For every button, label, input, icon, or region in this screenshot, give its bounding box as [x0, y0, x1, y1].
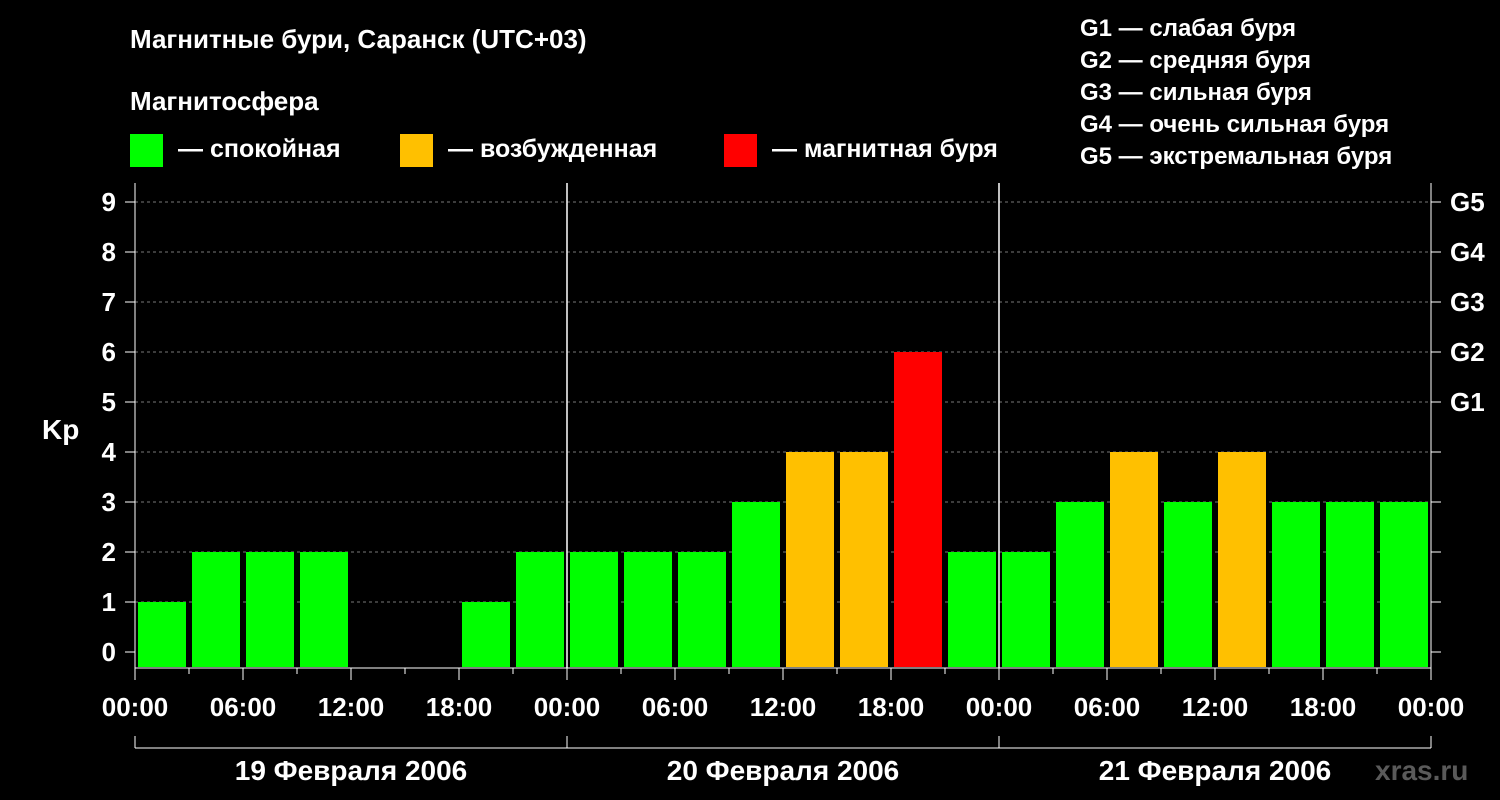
g-axis-label: G4: [1450, 237, 1485, 267]
x-tick-label: 18:00: [1290, 692, 1357, 722]
x-tick-label: 00:00: [966, 692, 1033, 722]
bar: [1380, 502, 1428, 667]
bar: [138, 602, 186, 667]
bar: [1326, 502, 1374, 667]
y-tick-label: 8: [102, 237, 116, 267]
y-tick-label: 5: [102, 387, 116, 417]
kp-bar-chart: 0 1 2 3 4 5 6 7 8 9 G1 G2 G3 G4 G5 Kp 00:00 06:00 12:00 18:…: [42, 183, 1485, 786]
y-tick-label: 6: [102, 337, 116, 367]
y-tick-label: 4: [102, 437, 117, 467]
bar: [516, 552, 564, 667]
bar: [840, 452, 888, 667]
y-tick-label: 9: [102, 187, 116, 217]
day-label: 21 Февраля 2006: [1099, 755, 1331, 786]
x-tick-label: 12:00: [318, 692, 385, 722]
day-label: 19 Февраля 2006: [235, 755, 467, 786]
g-axis-label: G2: [1450, 337, 1485, 367]
bar: [570, 552, 618, 667]
bar: [192, 552, 240, 667]
x-tick-label: 18:00: [858, 692, 925, 722]
bar: [894, 352, 942, 667]
g-axis-label: G3: [1450, 287, 1485, 317]
bar: [1002, 552, 1050, 667]
bar: [1110, 452, 1158, 667]
y-axis-label: Kp: [42, 414, 79, 445]
bar: [624, 552, 672, 667]
bar: [300, 552, 348, 667]
day-label: 20 Февраля 2006: [667, 755, 899, 786]
x-tick-label: 00:00: [102, 692, 169, 722]
bar: [1056, 502, 1104, 667]
bar: [786, 452, 834, 667]
x-tick-label: 12:00: [1182, 692, 1249, 722]
x-tick-label: 00:00: [534, 692, 601, 722]
x-tick-label: 06:00: [210, 692, 277, 722]
y-tick-label: 1: [102, 587, 116, 617]
y-tick-label: 0: [102, 637, 116, 667]
g-axis-label: G5: [1450, 187, 1485, 217]
bar: [462, 602, 510, 667]
g-axis-label: G1: [1450, 387, 1485, 417]
bar: [732, 502, 780, 667]
x-tick-label: 00:00: [1398, 692, 1465, 722]
y-tick-label: 7: [102, 287, 116, 317]
bar: [1272, 502, 1320, 667]
watermark: xras.ru: [1375, 755, 1469, 786]
x-tick-label: 06:00: [1074, 692, 1141, 722]
y-tick-label: 3: [102, 487, 116, 517]
bar: [246, 552, 294, 667]
x-tick-label: 12:00: [750, 692, 817, 722]
bar: [1218, 452, 1266, 667]
bar: [1164, 502, 1212, 667]
x-tick-label: 18:00: [426, 692, 493, 722]
bar: [948, 552, 996, 667]
x-tick-label: 06:00: [642, 692, 709, 722]
y-tick-label: 2: [102, 537, 116, 567]
bar: [678, 552, 726, 667]
